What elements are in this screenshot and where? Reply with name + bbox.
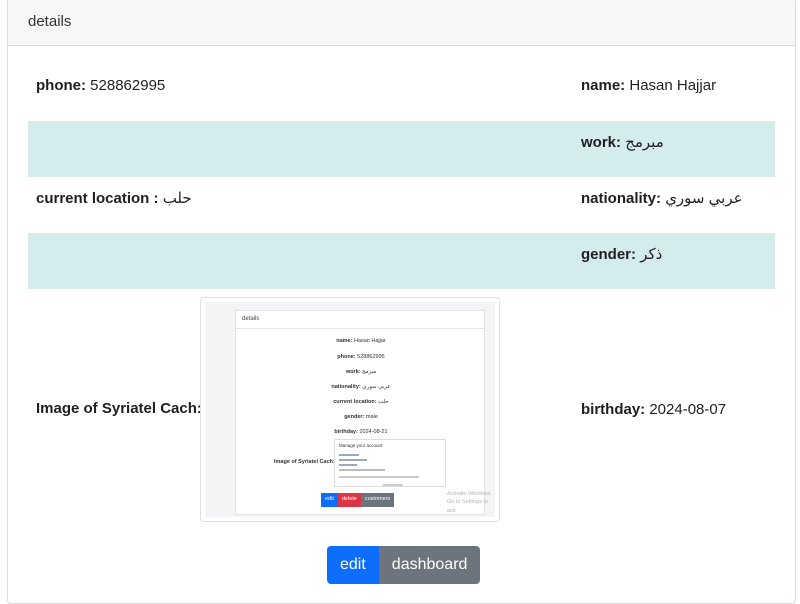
thumbnail-line-value: 2024-08-21 <box>359 429 388 435</box>
thumbnail-nested-title: Manage your account <box>339 443 383 448</box>
image-field: Image of Syriatel Cach: <box>36 400 202 417</box>
image-label: Image of Syriatel Cach: <box>36 400 202 417</box>
nationality-value: عربي سوري <box>665 190 743 207</box>
thumbnail-edit-button: edit <box>321 493 338 507</box>
thumbnail-line: phone: 528862995 <box>236 354 486 360</box>
thumbnail-line-label: nationality: <box>331 384 361 390</box>
thumbnail-line: current location: حلب <box>236 399 486 405</box>
screenshot-thumbnail: details name: Hasan Hajjar phone: 528862… <box>205 302 495 517</box>
thumbnail-line-value: male <box>365 414 378 420</box>
birthday-field: birthday: 2024-08-07 <box>581 401 726 418</box>
gender-label: gender: <box>581 246 637 263</box>
thumbnail-nested-line <box>339 459 367 461</box>
thumbnail-line-label: current location: <box>333 399 377 405</box>
thumbnail-nested-image: Manage your account <box>334 439 446 487</box>
current-location-label: current location : <box>36 190 159 207</box>
birthday-label: birthday: <box>581 401 646 418</box>
work-value: مبرمج <box>625 134 664 151</box>
syriatel-cash-image[interactable]: details name: Hasan Hajjar phone: 528862… <box>200 297 500 522</box>
nationality-label: nationality: <box>581 190 662 207</box>
thumbnail-watermark-line: Go to Settings to acti <box>447 499 488 514</box>
current-location-field: current location : حلب <box>36 189 192 207</box>
phone-value: 528862995 <box>90 77 166 94</box>
thumbnail-line-value: 528862995 <box>357 354 385 360</box>
thumbnail-delete-button: delete <box>337 493 361 507</box>
work-field: work: مبرمج <box>581 133 664 151</box>
thumbnail-line: work: مبرمج <box>236 369 486 375</box>
thumbnail-line: name: Hasan Hajjar <box>236 338 486 344</box>
row-gender <box>28 233 775 289</box>
current-location-value: حلب <box>162 190 192 207</box>
birthday-value: 2024-08-07 <box>649 401 727 418</box>
thumbnail-card: details name: Hasan Hajjar phone: 528862… <box>235 310 485 515</box>
name-field: name: Hasan Hajjar <box>581 77 716 94</box>
thumbnail-line-value: Hasan Hajjar <box>353 338 386 344</box>
thumbnail-nested-line <box>339 469 385 471</box>
edit-button[interactable]: edit <box>327 546 379 584</box>
thumbnail-image-label: Image of Syriatel Cach: <box>274 459 335 465</box>
gender-field: gender: ذكر <box>581 245 662 263</box>
name-label: name: <box>581 77 626 94</box>
thumbnail-header: details <box>236 311 484 329</box>
thumbnail-nested-line <box>383 484 403 486</box>
work-label: work: <box>581 134 622 151</box>
nationality-field: nationality: عربي سوري <box>581 189 743 207</box>
thumbnail-watermark: Activate Windows Go to Settings to acti <box>447 490 495 515</box>
name-value: Hasan Hajjar <box>629 77 717 94</box>
thumbnail-line: birthday: 2024-08-21 <box>236 429 486 435</box>
gender-value: ذكر <box>640 246 663 263</box>
thumbnail-line-label: phone: <box>337 354 356 360</box>
thumbnail-line-label: work: <box>345 369 361 375</box>
thumbnail-nested-line <box>339 454 359 456</box>
dashboard-button[interactable]: dashboard <box>378 546 481 584</box>
phone-label: phone: <box>36 77 86 94</box>
thumbnail-line-value: مبرمج <box>362 369 377 375</box>
thumbnail-button-group: edit delete customers <box>321 493 395 507</box>
card-header: details <box>8 0 795 46</box>
phone-field: phone: 528862995 <box>36 77 165 94</box>
thumbnail-customers-button: customers <box>360 493 395 507</box>
thumbnail-nested-line <box>339 464 357 466</box>
thumbnail-watermark-line: Activate Windows <box>447 491 491 497</box>
thumbnail-line: nationality: عربي سوري <box>236 384 486 390</box>
thumbnail-line: gender: male <box>236 414 486 420</box>
thumbnail-line-label: gender: <box>344 414 365 420</box>
thumbnail-line-label: birthday: <box>334 429 358 435</box>
thumbnail-line-label: name: <box>336 338 353 344</box>
thumbnail-line-value: حلب <box>378 399 389 405</box>
thumbnail-line-value: عربي سوري <box>362 384 391 390</box>
thumbnail-nested-line <box>339 476 419 478</box>
action-button-group: edit dashboard <box>327 546 481 584</box>
